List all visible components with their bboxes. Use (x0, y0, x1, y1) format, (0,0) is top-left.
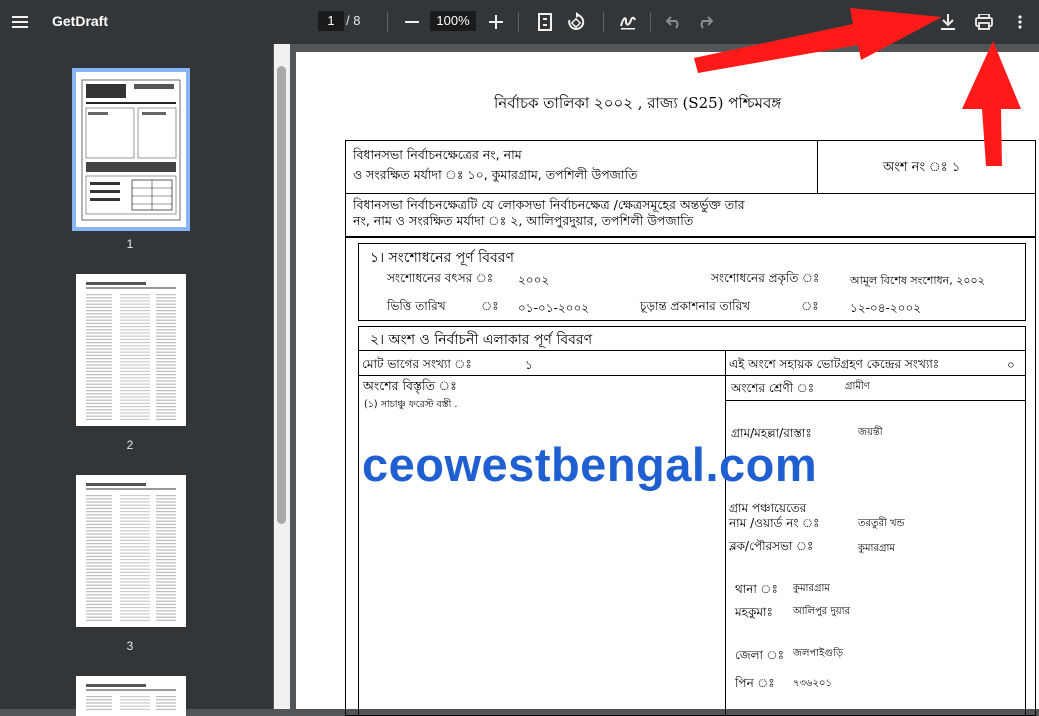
total-parts-value: ১ (525, 358, 533, 372)
subdivision-value: আলিপুর দুয়ার (793, 606, 850, 617)
arrow-to-print (962, 41, 1021, 166)
sidebar-scrollbar-thumb[interactable] (277, 66, 286, 524)
category-label: অংশের শ্রেণী ঃ (731, 381, 815, 395)
block-value: কুমারগ্রাম (858, 543, 895, 554)
revision-year-label: সংশোধনের বৎসর ঃ (387, 271, 494, 285)
district-label: জেলা ঃ (735, 648, 784, 662)
thumbnail-label: 2 (126, 438, 134, 452)
pin-value: ৭৩৬২০১ (793, 678, 832, 689)
category-value: গ্রামীণ (845, 381, 870, 392)
pin-label: পিন ঃ (735, 676, 775, 690)
page-total: / 8 (346, 13, 361, 28)
page-number-input[interactable]: 1 (318, 11, 344, 31)
menu-icon[interactable] (10, 12, 30, 32)
area-heading: ২। অংশ ও নির্বাচনী এলাকার পূর্ণ বিবরণ (370, 332, 593, 348)
zoom-in-icon[interactable] (486, 12, 506, 32)
final-date-colon: ঃ (801, 299, 819, 313)
total-parts-label: মোট ভাগের সংখ্যা ঃ (362, 357, 472, 371)
thana-label: থানা ঃ (735, 582, 778, 596)
revision-nature-label: সংশোধনের প্রকৃতি ঃ (711, 271, 820, 285)
thumbnail-label: 3 (126, 639, 134, 653)
zoom-input[interactable]: 100% (430, 11, 476, 31)
revision-heading: ১। সংশোধনের পূর্ণ বিবরণ (370, 250, 514, 266)
panchayat-value: তরতুরী খন্ড (858, 518, 905, 529)
page-thumbnail[interactable] (76, 676, 186, 716)
constituency-line-2: ও সংরক্ষিত মর্যাদা ঃ ১০, কুমারগ্রাম, তপশ… (353, 167, 638, 182)
arrow-to-download (694, 8, 942, 73)
aux-stations-label: এই অংশে সহায়ক ভোটগ্রহণ কেন্দ্রের সংখ্যা… (729, 357, 940, 371)
extent-label: অংশের বিস্তৃতি ঃ (363, 378, 457, 393)
toolbar-divider (387, 12, 388, 32)
base-date-value: ০১-০১-২০০২ (518, 301, 590, 315)
page-thumbnail[interactable] (72, 68, 190, 231)
toolbar-divider (518, 12, 519, 32)
rotate-icon[interactable] (565, 11, 587, 33)
block-label: ব্লক/পৌরসভা ঃ (729, 539, 814, 553)
extent-cell (358, 375, 726, 716)
page-thumbnail[interactable] (76, 475, 186, 627)
revision-nature-value: আমূল বিশেষ সংশোধন, ২০০২ (850, 274, 985, 287)
base-date-colon: ঃ (481, 299, 499, 313)
site-watermark: ceowestbengal.com (362, 438, 818, 491)
village-value: জয়ন্তী (858, 427, 883, 438)
document-title: GetDraft (52, 13, 109, 29)
fit-page-icon[interactable] (534, 11, 556, 33)
aux-stations-value: ০ (1007, 358, 1015, 372)
annotate-icon[interactable] (617, 11, 639, 33)
constituency-line-1: বিধানসভা নির্বাচনক্ষেত্রের নং, নাম (353, 147, 522, 162)
lok-sabha-line-2: নং, নাম ও সংরক্ষিত মর্যাদা ঃ ২, আলিপুরদু… (353, 213, 694, 228)
district-value: জলপাইগুড়ি (793, 648, 844, 659)
zoom-out-icon[interactable] (402, 12, 422, 32)
subdivision-label: মহকুমাঃ (735, 605, 773, 619)
undo-icon[interactable] (663, 11, 685, 33)
base-date-label: ভিত্তি তারিখ (387, 299, 446, 313)
thumbnail-label: 1 (126, 237, 134, 251)
panchayat-label-2: নাম /ওয়ার্ড নং ঃ (729, 516, 820, 530)
thana-value: কুমারগ্রাম (793, 583, 830, 594)
annotation-arrows (694, 8, 1021, 166)
final-date-value: ১২-০৪-২০০২ (850, 301, 922, 315)
final-date-label: চূড়ান্ত প্রকাশনার তারিখ (640, 299, 750, 313)
extent-value: (১) সাচাঞ্চু ফরেস্ট বস্তী . (364, 399, 458, 410)
page-thumbnail[interactable] (76, 274, 186, 426)
toolbar-divider (650, 12, 651, 32)
toolbar-divider (603, 12, 604, 32)
revision-year-value: ২০০২ (518, 273, 550, 287)
